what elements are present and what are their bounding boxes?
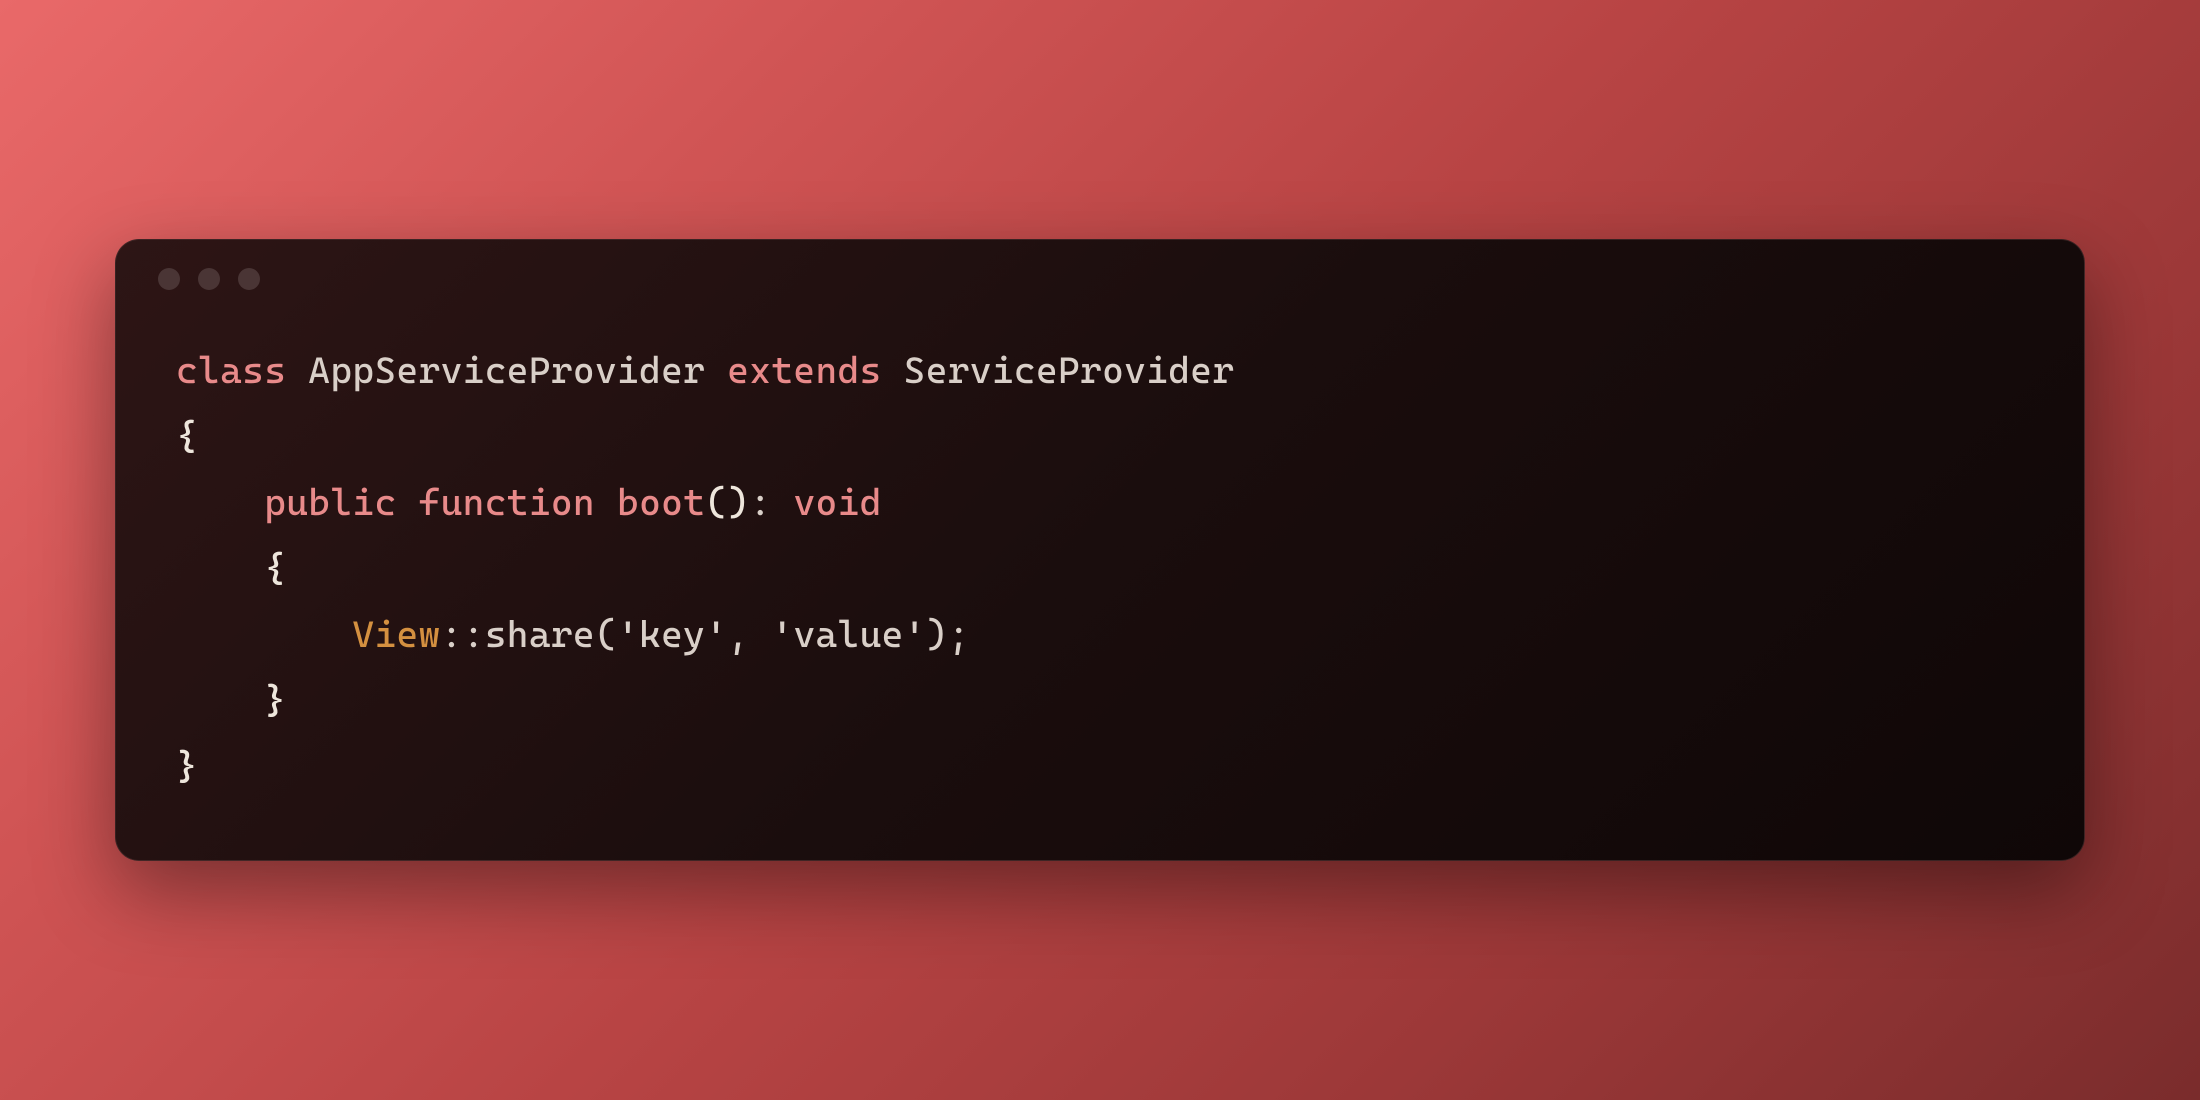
indent	[176, 547, 264, 590]
open-paren: (	[595, 613, 617, 656]
code-window: class AppServiceProvider extends Service…	[115, 239, 2085, 860]
maximize-icon[interactable]	[238, 268, 260, 290]
code-line-4: {	[176, 536, 2024, 602]
parent-class: ServiceProvider	[882, 349, 1235, 392]
close-brace: }	[176, 745, 198, 788]
close-icon[interactable]	[158, 268, 180, 290]
static-class: View	[352, 613, 440, 656]
keyword-class: class	[176, 349, 286, 392]
code-line-6: }	[176, 668, 2024, 734]
scope-resolution: ::	[441, 613, 485, 656]
indent	[176, 481, 264, 524]
indent	[176, 613, 352, 656]
code-line-2: {	[176, 404, 2024, 470]
semicolon: ;	[948, 613, 970, 656]
return-type: void	[793, 481, 881, 524]
window-title-bar	[116, 240, 2084, 318]
function-name: boot	[617, 481, 705, 524]
code-line-7: }	[176, 734, 2024, 800]
keyword-function: function	[419, 481, 595, 524]
minimize-icon[interactable]	[198, 268, 220, 290]
colon: :	[749, 481, 793, 524]
comma: ,	[727, 613, 771, 656]
method-name: share	[485, 613, 595, 656]
code-line-1: class AppServiceProvider extends Service…	[176, 338, 2024, 404]
space	[595, 481, 617, 524]
string-literal-value: 'value'	[771, 613, 925, 656]
open-brace: {	[176, 415, 198, 458]
space	[397, 481, 419, 524]
indent	[176, 679, 264, 722]
string-literal-key: 'key'	[617, 613, 727, 656]
code-line-5: View::share('key', 'value');	[176, 602, 2024, 668]
close-brace: }	[264, 679, 286, 722]
class-name: AppServiceProvider	[286, 349, 727, 392]
open-brace: {	[264, 547, 286, 590]
keyword-public: public	[264, 481, 396, 524]
parentheses: ()	[705, 481, 749, 524]
keyword-extends: extends	[727, 349, 881, 392]
close-paren: )	[926, 613, 948, 656]
code-editor[interactable]: class AppServiceProvider extends Service…	[116, 318, 2084, 859]
code-line-3: public function boot(): void	[176, 470, 2024, 536]
